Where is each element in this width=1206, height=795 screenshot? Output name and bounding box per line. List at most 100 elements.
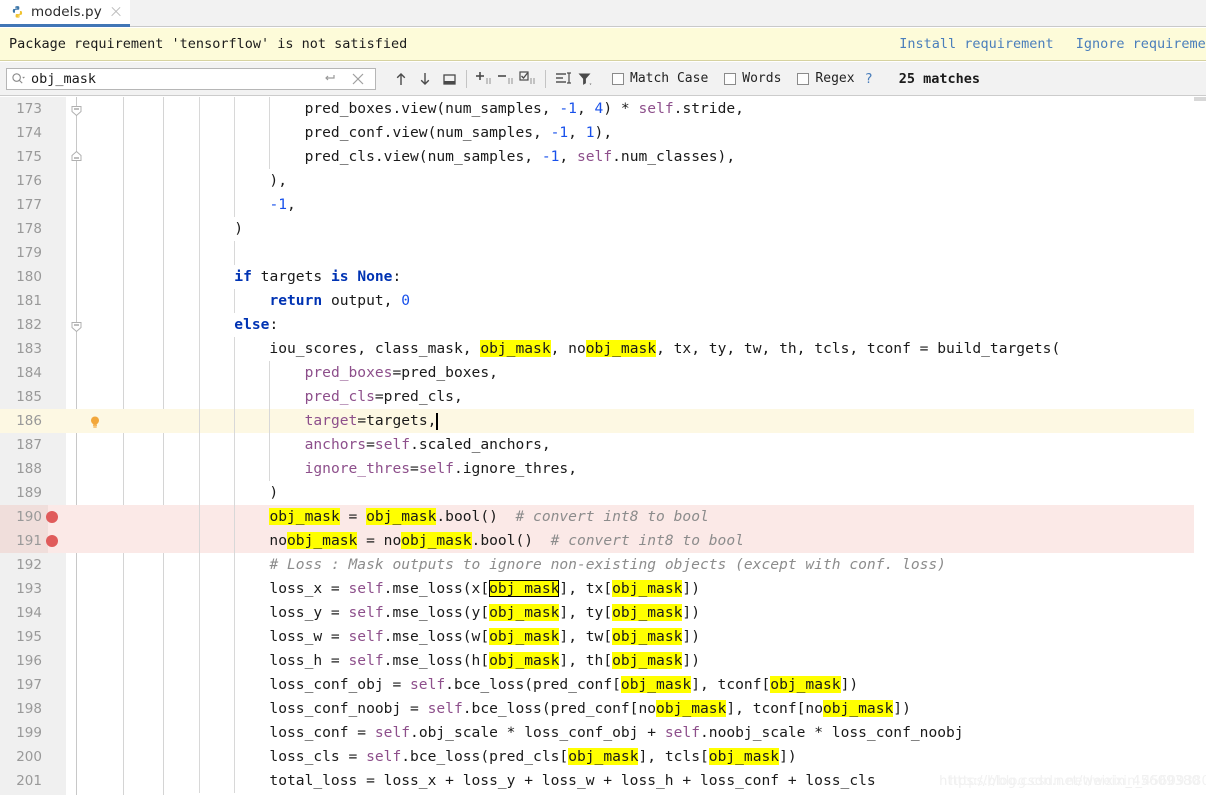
match-case-checkbox[interactable]: Match Case [612,71,708,86]
arrow-up-icon[interactable] [390,68,412,90]
code-line[interactable]: 195 loss_w = self.mse_loss(w[obj_mask], … [0,625,1206,649]
line-number: 185 [16,389,42,405]
code-fold-icon[interactable] [70,102,83,117]
code-line[interactable]: 179 [0,241,1206,265]
code-editor[interactable]: 173 pred_boxes.view(num_samples, -1, 4) … [0,97,1206,795]
code-text[interactable]: loss_h = self.mse_loss(h[obj_mask], th[o… [163,649,700,673]
code-text[interactable]: loss_x = self.mse_loss(x[obj_mask], tx[o… [163,577,700,601]
ignore-requirement-link[interactable]: Ignore requirement [1076,36,1206,52]
code-line[interactable]: 193 loss_x = self.mse_loss(x[obj_mask], … [0,577,1206,601]
code-text[interactable]: loss_conf_noobj = self.bce_loss(pred_con… [163,697,911,721]
code-text[interactable]: else: [163,313,278,337]
words-checkbox[interactable]: Words [724,71,781,86]
remove-line-icon[interactable] [495,68,517,90]
vertical-scrollbar[interactable] [1194,97,1206,101]
code-text[interactable] [163,241,164,265]
code-line[interactable]: 187 anchors=self.scaled_anchors, [0,433,1206,457]
code-line[interactable]: 176 ), [0,169,1206,193]
line-number: 178 [16,221,42,237]
code-text[interactable]: total_loss = loss_x + loss_y + loss_w + … [163,769,875,793]
install-requirement-link[interactable]: Install requirement [899,36,1053,52]
code-text[interactable]: -1, [163,193,295,217]
code-text[interactable]: ), [163,169,287,193]
notification-message: Package requirement 'tensorflow' is not … [9,36,408,52]
checkbox-box[interactable] [724,72,737,85]
return-history-icon[interactable] [319,68,341,90]
breakpoint-icon[interactable] [46,535,58,547]
code-text[interactable]: loss_conf = self.obj_scale * loss_conf_o… [163,721,963,745]
code-line[interactable]: 174 pred_conf.view(num_samples, -1, 1), [0,121,1206,145]
intention-bulb-icon[interactable] [88,414,102,428]
toolbar-divider [466,69,467,88]
code-line[interactable]: 177 -1, [0,193,1206,217]
code-line[interactable]: 197 loss_conf_obj = self.bce_loss(pred_c… [0,673,1206,697]
regex-checkbox[interactable]: Regex [797,71,855,86]
code-text[interactable]: if targets is None: [163,265,401,289]
code-line[interactable]: 200 loss_cls = self.bce_loss(pred_cls[ob… [0,745,1206,769]
editor-tab-models-py[interactable]: models.py [0,0,130,27]
code-text[interactable]: loss_conf_obj = self.bce_loss(pred_conf[… [163,673,858,697]
code-fold-icon[interactable] [70,148,83,161]
text-caret [436,413,438,430]
code-text[interactable]: obj_mask = obj_mask.bool() # convert int… [163,505,709,529]
code-line[interactable]: 196 loss_h = self.mse_loss(h[obj_mask], … [0,649,1206,673]
code-line[interactable]: 198 loss_conf_noobj = self.bce_loss(pred… [0,697,1206,721]
code-text[interactable]: target=targets, [163,409,437,433]
code-text[interactable]: ignore_thres=self.ignore_thres, [163,457,577,481]
line-number: 184 [16,365,42,381]
code-line[interactable]: 183 iou_scores, class_mask, obj_mask, no… [0,337,1206,361]
arrow-down-icon[interactable] [414,68,436,90]
line-number: 190 [0,505,48,529]
line-number: 183 [16,341,42,357]
code-text[interactable]: ) [163,217,243,241]
code-line[interactable]: 181 return output, 0 [0,289,1206,313]
code-text[interactable]: pred_boxes=pred_boxes, [163,361,498,385]
code-text[interactable]: loss_w = self.mse_loss(w[obj_mask], tw[o… [163,625,700,649]
code-line[interactable]: 192 # Loss : Mask outputs to ignore non-… [0,553,1206,577]
regex-help-icon[interactable]: ? [865,71,873,87]
code-text[interactable]: # Loss : Mask outputs to ignore non-exis… [163,553,946,577]
search-input[interactable]: obj_mask [6,67,376,90]
search-dropdown-icon[interactable] [7,69,29,89]
code-line[interactable]: 189 ) [0,481,1206,505]
code-line[interactable]: 180 if targets is None: [0,265,1206,289]
code-line[interactable]: 182 else: [0,313,1206,337]
edit-lines-icon[interactable] [517,68,539,90]
code-line[interactable]: 178 ) [0,217,1206,241]
in-selection-icon[interactable] [552,68,574,90]
code-line[interactable]: 194 loss_y = self.mse_loss(y[obj_mask], … [0,601,1206,625]
code-line[interactable]: 188 ignore_thres=self.ignore_thres, [0,457,1206,481]
code-text[interactable]: noobj_mask = noobj_mask.bool() # convert… [163,529,744,553]
code-text[interactable]: loss_cls = self.bce_loss(pred_cls[obj_ma… [163,745,797,769]
breakpoint-icon[interactable] [46,511,58,523]
close-icon[interactable] [110,6,122,18]
code-text[interactable]: return output, 0 [163,289,410,313]
search-input-value[interactable]: obj_mask [29,71,319,87]
code-line[interactable]: 185 pred_cls=pred_cls, [0,385,1206,409]
find-toolbar: obj_mask Match Case Words Regex ? 25 mat… [0,62,1206,96]
code-text[interactable]: ) [163,481,278,505]
filter-icon[interactable] [574,68,596,90]
code-text[interactable]: pred_boxes.view(num_samples, -1, 4) * se… [163,97,744,121]
code-line[interactable]: 191 noobj_mask = noobj_mask.bool() # con… [0,529,1206,553]
code-text[interactable]: iou_scores, class_mask, obj_mask, noobj_… [163,337,1060,361]
code-text[interactable]: pred_cls=pred_cls, [163,385,463,409]
code-line[interactable]: 199 loss_conf = self.obj_scale * loss_co… [0,721,1206,745]
clear-search-icon[interactable] [347,68,369,90]
code-line[interactable]: 190 obj_mask = obj_mask.bool() # convert… [0,505,1206,529]
code-text[interactable]: pred_cls.view(num_samples, -1, self.num_… [163,145,736,169]
checkbox-box[interactable] [797,72,810,85]
code-lines[interactable]: 173 pred_boxes.view(num_samples, -1, 4) … [0,97,1206,793]
add-line-icon[interactable] [473,68,495,90]
select-all-icon[interactable] [438,68,460,90]
code-text[interactable]: anchors=self.scaled_anchors, [163,433,551,457]
code-text[interactable]: pred_conf.view(num_samples, -1, 1), [163,121,613,145]
code-fold-icon[interactable] [70,318,83,333]
checkbox-box[interactable] [612,72,624,85]
line-number: 173 [16,101,42,117]
code-text[interactable]: loss_y = self.mse_loss(y[obj_mask], ty[o… [163,601,700,625]
code-line[interactable]: 175 pred_cls.view(num_samples, -1, self.… [0,145,1206,169]
code-line[interactable]: 173 pred_boxes.view(num_samples, -1, 4) … [0,97,1206,121]
code-line[interactable]: 184 pred_boxes=pred_boxes, [0,361,1206,385]
code-line[interactable]: 186 target=targets, [0,409,1206,433]
